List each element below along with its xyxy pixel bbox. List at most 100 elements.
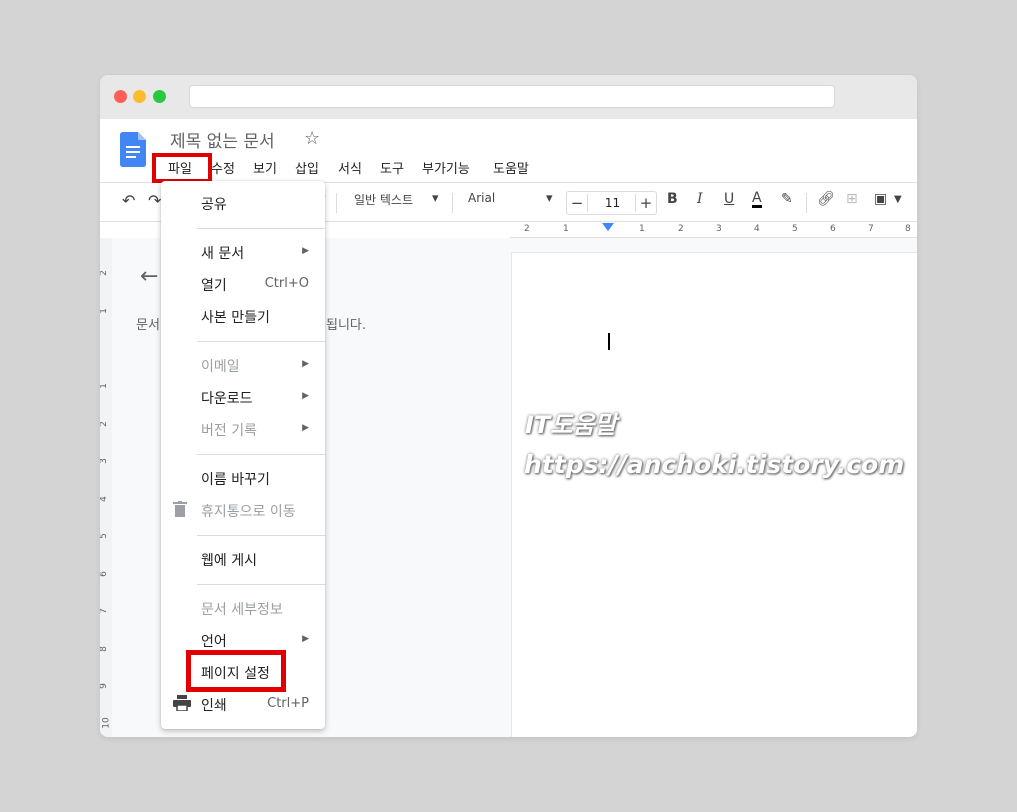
menu-item-label: 문서 세부정보 xyxy=(201,602,283,618)
menu-item-publish-web[interactable]: 웹에 게시 xyxy=(161,545,325,573)
menu-item-email[interactable]: 이메일 ▶ xyxy=(161,351,325,379)
menu-format[interactable]: 서식 xyxy=(338,158,362,177)
toolbar-divider xyxy=(452,193,453,213)
document-page[interactable] xyxy=(512,253,917,737)
outline-hint-text: 문서 xyxy=(136,318,160,333)
menu-item-rename[interactable]: 이름 바꾸기 xyxy=(161,464,325,492)
submenu-arrow-icon: ▶ xyxy=(302,246,309,256)
watermark-title: IT도움말 xyxy=(525,411,617,439)
insert-image-icon[interactable]: ▣ xyxy=(874,191,887,207)
ruler-label: 9 xyxy=(100,683,109,689)
menu-item-make-copy[interactable]: 사본 만들기 xyxy=(161,302,325,330)
printer-icon xyxy=(173,695,191,713)
menu-item-version-history[interactable]: 버전 기록 ▶ xyxy=(161,415,325,443)
highlight-pen-icon[interactable]: ✎ xyxy=(781,191,793,207)
menu-item-open[interactable]: 열기 Ctrl+O xyxy=(161,270,325,298)
font-size-stepper: − 11 + xyxy=(566,191,657,215)
font-size-input[interactable]: 11 xyxy=(589,196,636,210)
underline-button[interactable]: U xyxy=(724,191,734,207)
ruler-label: 1 xyxy=(563,224,569,234)
browser-titlebar xyxy=(100,75,917,119)
link-icon[interactable]: 🔗︎ xyxy=(817,191,835,207)
google-docs-logo-icon[interactable] xyxy=(120,132,146,167)
ruler-label: 4 xyxy=(100,496,109,502)
ruler-label: 1 xyxy=(639,224,645,234)
ruler-label: 2 xyxy=(100,270,109,276)
indent-marker[interactable] xyxy=(602,223,614,231)
menu-item-move-to-trash[interactable]: 휴지통으로 이동 xyxy=(161,496,325,524)
menu-item-document-details[interactable]: 문서 세부정보 xyxy=(161,594,325,622)
menu-item-shortcut: Ctrl+O xyxy=(264,276,309,291)
menu-item-label: 언어 xyxy=(201,634,227,650)
minimize-window-button[interactable] xyxy=(133,90,146,103)
ruler-label: 6 xyxy=(100,571,109,577)
ruler-label: 4 xyxy=(754,224,760,234)
increase-font-size-button[interactable]: + xyxy=(635,194,656,212)
chevron-down-icon[interactable]: ▼ xyxy=(894,194,902,205)
menu-addons[interactable]: 부가기능 xyxy=(422,158,470,177)
text-cursor xyxy=(608,333,610,350)
ruler-label: 5 xyxy=(792,224,798,234)
menu-item-share[interactable]: 공유 xyxy=(161,189,325,217)
menu-divider xyxy=(197,228,325,229)
undo-icon[interactable]: ↶ xyxy=(122,191,135,210)
trash-icon xyxy=(173,501,191,519)
chevron-down-icon[interactable]: ▾ xyxy=(546,191,553,206)
submenu-arrow-icon: ▶ xyxy=(302,391,309,401)
ruler-label: 3 xyxy=(100,458,109,464)
menu-help[interactable]: 도움말 xyxy=(493,158,529,177)
file-menu-dropdown: 공유 새 문서 ▶ 열기 Ctrl+O 사본 만들기 이메일 ▶ 다운로드 ▶ … xyxy=(161,181,325,729)
menu-item-label: 사본 만들기 xyxy=(201,310,270,326)
decrease-font-size-button[interactable]: − xyxy=(567,194,588,212)
menu-item-label: 휴지통으로 이동 xyxy=(201,504,296,520)
close-window-button[interactable] xyxy=(114,90,127,103)
menu-item-label: 다운로드 xyxy=(201,391,253,407)
menu-item-download[interactable]: 다운로드 ▶ xyxy=(161,383,325,411)
text-color-button[interactable]: A xyxy=(752,191,762,208)
horizontal-ruler[interactable]: 2 1 1 2 3 4 5 6 7 8 xyxy=(510,223,917,238)
add-comment-icon[interactable]: ⊞ xyxy=(846,191,858,207)
italic-button[interactable]: I xyxy=(697,191,703,207)
menu-item-print[interactable]: 인쇄 Ctrl+P xyxy=(161,690,325,718)
menu-divider xyxy=(197,341,325,342)
chevron-down-icon[interactable]: ▾ xyxy=(432,191,439,206)
outline-hint-text-end: 됩니다. xyxy=(326,318,367,333)
menu-item-label: 새 문서 xyxy=(201,246,245,262)
menu-divider xyxy=(197,584,325,585)
maximize-window-button[interactable] xyxy=(153,90,166,103)
menu-item-label: 이메일 xyxy=(201,359,240,375)
bold-button[interactable]: B xyxy=(667,191,678,207)
address-bar[interactable] xyxy=(189,85,835,108)
menu-item-label: 버전 기록 xyxy=(201,423,257,439)
menu-view[interactable]: 보기 xyxy=(253,158,277,177)
menu-item-label: 열기 xyxy=(201,278,227,294)
menu-divider xyxy=(197,454,325,455)
star-icon[interactable]: ☆ xyxy=(304,128,320,149)
menu-item-label: 웹에 게시 xyxy=(201,553,257,569)
ruler-label: 3 xyxy=(716,224,722,234)
ruler-label: 7 xyxy=(868,224,874,234)
file-menu-highlight-box xyxy=(152,153,212,183)
ruler-label: 1 xyxy=(100,308,109,314)
menu-insert[interactable]: 삽입 xyxy=(295,158,319,177)
ruler-label: 8 xyxy=(100,646,109,652)
menu-item-label: 인쇄 xyxy=(201,698,227,714)
redo-icon[interactable]: ↷ xyxy=(148,191,161,210)
document-title[interactable]: 제목 없는 문서 xyxy=(170,127,275,152)
menu-item-new-document[interactable]: 새 문서 ▶ xyxy=(161,238,325,266)
ruler-label: 10 xyxy=(101,717,112,729)
submenu-arrow-icon: ▶ xyxy=(302,423,309,433)
ruler-label: 8 xyxy=(905,224,911,234)
submenu-arrow-icon: ▶ xyxy=(302,634,309,644)
page-setup-highlight-box xyxy=(186,650,286,692)
menu-tools[interactable]: 도구 xyxy=(380,158,404,177)
ruler-label: 6 xyxy=(830,224,836,234)
back-arrow-icon[interactable]: ← xyxy=(140,264,158,289)
font-select[interactable]: Arial xyxy=(468,191,495,205)
toolbar-divider xyxy=(806,193,807,213)
paragraph-style-select[interactable]: 일반 텍스트 xyxy=(354,191,413,208)
ruler-label: 1 xyxy=(100,383,109,389)
menu-edit[interactable]: 수정 xyxy=(211,158,235,177)
menu-item-label: 이름 바꾸기 xyxy=(201,472,270,488)
ruler-label: 2 xyxy=(524,224,530,234)
